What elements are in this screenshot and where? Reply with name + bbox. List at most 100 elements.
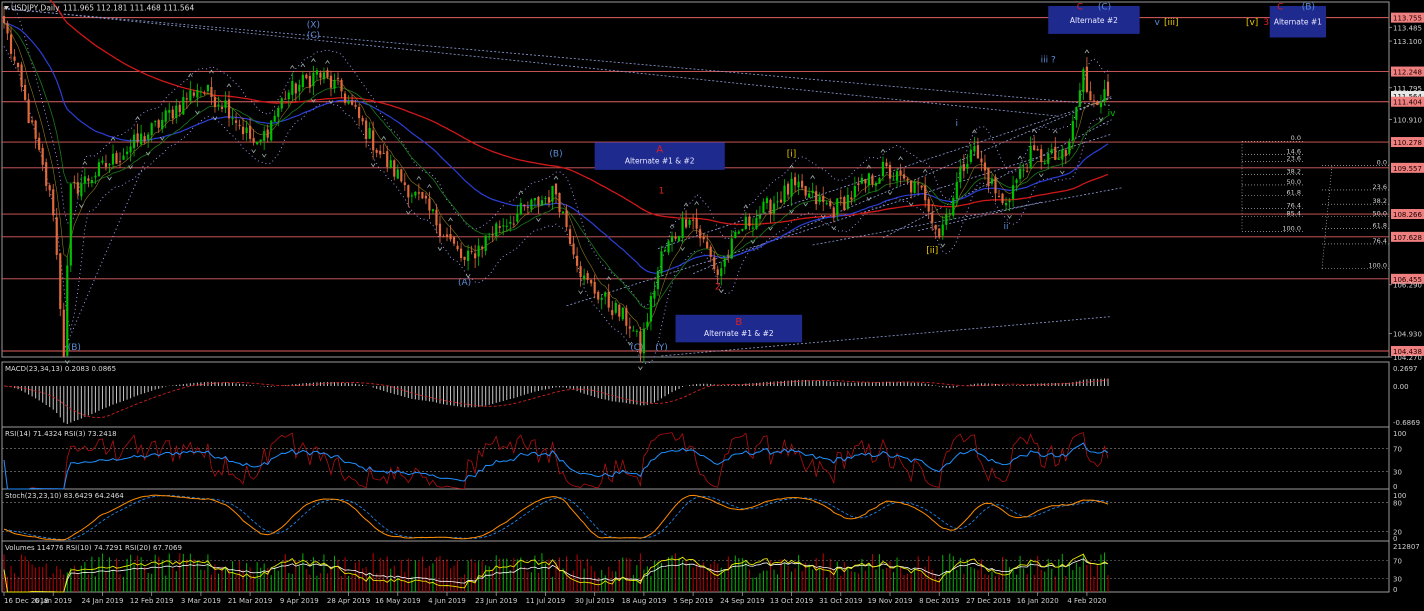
candle-body — [1029, 145, 1032, 169]
fractal-up — [743, 204, 749, 209]
date-label: 28 Apr 2019 — [327, 597, 370, 605]
candle-body — [997, 195, 1001, 197]
candle-body — [1019, 168, 1022, 179]
candles — [2, 6, 1110, 363]
volumes-pane: Volumes 114776 RSI(10) 74.7291 RSI(20) 6… — [2, 543, 1420, 594]
price-label: 112.248 — [1393, 69, 1422, 77]
pane-border — [1, 540, 1390, 593]
candle-body — [797, 181, 800, 188]
stoch-axis-label: 80 — [1393, 500, 1402, 508]
fractal-up — [416, 175, 422, 180]
candle-body — [164, 110, 167, 122]
macd-title: MACD(23,34,13) 0.2083 0.0865 — [5, 365, 116, 373]
candle-body — [273, 115, 276, 122]
date-label: 4 Jun 2019 — [428, 597, 466, 605]
candle-body — [438, 223, 442, 237]
candle-body — [748, 216, 751, 227]
macd-pane: MACD(23,34,13) 0.2083 0.0865 0.2697 0.00 -0… — [3, 365, 1420, 427]
candle-body — [966, 163, 969, 169]
date-label: 24 Jan 2019 — [81, 597, 123, 605]
candle-body — [720, 268, 723, 276]
candle-body — [424, 195, 428, 199]
volume-axis-label: 30 — [1393, 576, 1402, 584]
wave-label: iv — [1108, 109, 1117, 119]
candle-body — [583, 275, 586, 280]
candle-body — [871, 175, 874, 185]
price-label: 104.930 — [1393, 330, 1422, 338]
candle-body — [308, 75, 311, 88]
candle-body — [1068, 142, 1071, 154]
fib-label: 23.6 — [1373, 183, 1387, 191]
candle-body — [706, 241, 709, 249]
fib-label: 0.0 — [1291, 134, 1301, 142]
candle-body — [983, 162, 987, 171]
price-label: 113.485 — [1393, 24, 1422, 32]
candle-body — [857, 183, 860, 186]
price-label: 108.266 — [1393, 211, 1422, 219]
pane-border — [1, 1, 1390, 358]
candle-body — [329, 75, 333, 88]
candle-body — [811, 190, 814, 194]
fractal-down — [107, 176, 112, 181]
fib-label: 50.0 — [1287, 178, 1301, 186]
candle-body — [284, 98, 287, 100]
date-label: 3 Mar 2019 — [181, 597, 221, 605]
candle-body — [976, 145, 980, 159]
macd-signal-line — [3, 379, 1109, 419]
candle-body — [586, 273, 589, 280]
box-subtitle: Alternate #1 — [1274, 18, 1322, 27]
candle-body — [358, 106, 361, 119]
wave-label: (B) — [68, 343, 81, 353]
candle-body — [38, 137, 41, 150]
fib-label: 50.0 — [1373, 210, 1387, 218]
candle-body — [604, 292, 607, 297]
candle-body — [1036, 148, 1039, 151]
candle-body — [822, 195, 825, 202]
candle-body — [217, 104, 220, 106]
candle-body — [864, 178, 867, 184]
candle-body — [769, 199, 772, 214]
candle-body — [463, 256, 466, 260]
fractal-up — [311, 58, 316, 62]
candle-body — [431, 209, 435, 212]
wave-label: [iii] — [1164, 18, 1179, 28]
candle-body — [312, 72, 315, 86]
candle-body — [744, 216, 747, 230]
candle-body — [175, 105, 178, 118]
candle-body — [491, 234, 494, 236]
candle-body — [660, 251, 663, 274]
candle-body — [326, 70, 329, 78]
price-label: 107.628 — [1393, 234, 1422, 242]
candle-body — [751, 227, 754, 229]
candle-body — [224, 100, 227, 108]
stoch-pane: Stoch(23,23,10) 83.6429 64.2464 10080200 — [2, 492, 1406, 543]
date-label: 24 Sep 2019 — [720, 597, 764, 605]
candle-body — [713, 257, 716, 270]
candle-body — [684, 219, 688, 228]
candle-body — [467, 250, 470, 261]
candle-body — [442, 236, 445, 238]
macd-axis-label: 0.00 — [1393, 383, 1409, 391]
candle-body — [122, 155, 125, 160]
candle-body — [590, 279, 593, 284]
candle-body — [55, 217, 58, 255]
candle-body — [980, 158, 983, 163]
candle-body — [365, 120, 368, 139]
wave-label: [v] — [1246, 18, 1258, 28]
candle-body — [52, 189, 55, 216]
fractal-down — [465, 274, 471, 279]
candle-body — [101, 160, 104, 163]
wave-label: (C) — [307, 31, 320, 41]
candle-body — [618, 304, 621, 317]
candle-body — [920, 185, 923, 188]
wave-label: i — [956, 119, 959, 129]
candle-body — [206, 84, 210, 92]
candle-body — [881, 161, 885, 176]
candle-body — [533, 198, 536, 201]
candle-body — [484, 235, 487, 251]
candle-body — [1064, 149, 1067, 156]
fractal-down — [536, 218, 541, 222]
candle-body — [104, 163, 108, 167]
candle-body — [959, 166, 962, 183]
wave-label: (Y) — [655, 343, 668, 353]
